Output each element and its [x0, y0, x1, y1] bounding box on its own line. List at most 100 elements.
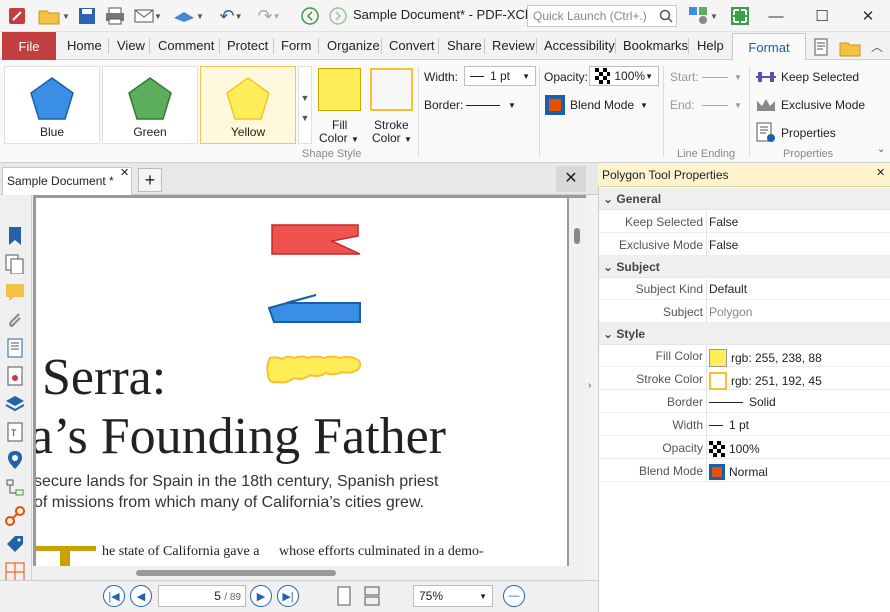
property-row[interactable]: Keep Selected False	[599, 210, 890, 233]
width-dropdown[interactable]: 1 pt ▼	[464, 66, 536, 86]
exclusive-mode-button[interactable]: Exclusive Mode	[755, 96, 865, 114]
ui-options-icon[interactable]: ▼	[684, 6, 722, 26]
section-subject[interactable]: ⌄ Subject	[599, 256, 890, 278]
fill-color-dropdown[interactable]: Color ▼	[319, 131, 359, 145]
yellow-polygon-annotation[interactable]	[266, 355, 362, 384]
tab-form[interactable]: Form	[281, 38, 311, 53]
collapse-ribbon-icon[interactable]: ︿	[868, 36, 886, 56]
close-tab-icon[interactable]: ✕	[120, 166, 129, 179]
tab-format[interactable]: Format	[732, 33, 806, 61]
layers-icon[interactable]	[5, 394, 25, 414]
red-polygon-annotation[interactable]	[271, 224, 361, 255]
next-page-button[interactable]: ▶	[250, 585, 272, 607]
attachments-icon[interactable]	[5, 310, 25, 330]
last-page-button[interactable]: ▶|	[277, 585, 299, 607]
back-nav-icon[interactable]	[300, 6, 320, 26]
start-dropdown[interactable]: ▼	[702, 70, 744, 84]
shape-style-green[interactable]: Green	[102, 66, 198, 144]
document-tab[interactable]: Sample Document *	[2, 167, 132, 195]
scan-icon[interactable]: ▼	[168, 6, 208, 26]
zoom-dropdown[interactable]: 75% ▼	[413, 585, 493, 607]
property-row[interactable]: Subject Polygon	[599, 300, 890, 323]
shape-style-yellow[interactable]: Yellow	[200, 66, 296, 144]
blue-polygon-annotation[interactable]	[267, 294, 361, 323]
prev-page-button[interactable]: ◀	[130, 585, 152, 607]
tab-help[interactable]: Help	[697, 38, 724, 53]
close-window-button[interactable]: ✕	[845, 0, 890, 32]
redo-icon[interactable]: ↷ ▼	[252, 6, 286, 26]
fill-label[interactable]: Fill	[332, 118, 347, 132]
stroke-color-swatch[interactable]	[370, 68, 413, 111]
tab-convert[interactable]: Convert	[389, 38, 435, 53]
new-tab-button[interactable]: +	[138, 168, 162, 192]
property-row[interactable]: Width 1 pt	[599, 413, 890, 436]
section-general[interactable]: ⌄ General	[599, 188, 890, 210]
shape-style-scroll[interactable]: ▼ ▼	[298, 66, 312, 144]
tab-bookmarks[interactable]: Bookmarks	[623, 38, 688, 53]
tags-icon[interactable]	[5, 534, 25, 554]
undo-icon[interactable]: ↶ ▼	[214, 6, 248, 26]
fit-page-icon[interactable]	[362, 586, 382, 606]
border-dropdown[interactable]: ▼	[466, 96, 516, 114]
property-row[interactable]: Subject Kind Default	[599, 277, 890, 300]
blend-mode-dropdown[interactable]: Blend Mode ▼	[544, 94, 656, 116]
pdf-page[interactable]: Serra: a’s Founding Father secure lands …	[36, 198, 567, 566]
print-icon[interactable]	[103, 6, 127, 26]
open-folder-icon[interactable]: ▼	[34, 6, 74, 26]
property-value[interactable]: Polygon	[709, 305, 752, 319]
opacity-value[interactable]: 100%	[709, 441, 760, 457]
width-value[interactable]: 1 pt	[709, 418, 749, 432]
tab-file[interactable]: File	[2, 32, 56, 60]
opacity-dropdown[interactable]: 100% ▼	[589, 66, 659, 86]
fill-color-swatch[interactable]	[318, 68, 361, 111]
horizontal-scroll-thumb[interactable]	[136, 570, 336, 576]
forward-nav-icon[interactable]	[328, 6, 348, 26]
tab-review[interactable]: Review	[492, 38, 535, 53]
quick-launch-input[interactable]: Quick Launch (Ctrl+.)	[527, 5, 677, 27]
folder-icon[interactable]	[838, 38, 862, 58]
pages-icon[interactable]	[5, 254, 25, 274]
property-value[interactable]: Default	[709, 282, 747, 296]
stroke-color-value[interactable]: rgb: 251, 192, 45	[709, 372, 822, 390]
property-row[interactable]: Blend Mode Normal	[599, 459, 890, 482]
property-row[interactable]: Fill Color rgb: 255, 238, 88	[599, 344, 890, 367]
fill-color-value[interactable]: rgb: 255, 238, 88	[709, 349, 822, 367]
split-view-icon[interactable]	[5, 562, 25, 582]
properties-button[interactable]: Properties	[755, 122, 836, 144]
zoom-out-button[interactable]: —	[503, 585, 525, 607]
tab-protect[interactable]: Protect	[227, 38, 268, 53]
panel-splitter-arrow-icon[interactable]: ›	[588, 380, 591, 391]
tab-share[interactable]: Share	[447, 38, 482, 53]
property-row[interactable]: Opacity 100%	[599, 436, 890, 459]
close-document-button[interactable]: ✕	[556, 166, 586, 192]
vertical-scrollbar[interactable]	[569, 198, 586, 566]
tab-home[interactable]: Home	[67, 38, 102, 53]
property-row[interactable]: Exclusive Mode False	[599, 233, 890, 256]
maximize-button[interactable]: ☐	[799, 0, 845, 32]
stroke-label[interactable]: Stroke	[374, 118, 409, 132]
tab-view[interactable]: View	[117, 38, 145, 53]
location-icon[interactable]	[5, 450, 25, 470]
border-value[interactable]: Solid	[709, 395, 776, 409]
fullscreen-icon[interactable]	[729, 6, 751, 26]
content-icon[interactable]: T	[5, 422, 25, 442]
structure-icon[interactable]	[5, 478, 25, 498]
tab-organize[interactable]: Organize	[327, 38, 380, 53]
stroke-color-dropdown[interactable]: Color ▼	[372, 131, 412, 145]
property-value[interactable]: False	[709, 215, 738, 229]
minimize-button[interactable]: —	[753, 0, 799, 32]
expand-ribbon-icon[interactable]: ⌄	[877, 144, 885, 155]
property-value[interactable]: False	[709, 238, 738, 252]
links-icon[interactable]	[5, 506, 25, 526]
bookmarks-icon[interactable]	[5, 226, 25, 246]
keep-selected-button[interactable]: Keep Selected	[755, 68, 859, 86]
end-dropdown[interactable]: ▼	[702, 98, 744, 112]
first-page-button[interactable]: |◀	[103, 585, 125, 607]
page-number-field[interactable]: 5 / 89	[158, 585, 246, 607]
doc-properties-icon[interactable]	[810, 38, 834, 58]
document-icon[interactable]	[5, 338, 25, 358]
property-row[interactable]: Border Solid	[599, 390, 890, 413]
tab-comment[interactable]: Comment	[158, 38, 214, 53]
comments-icon[interactable]	[5, 282, 25, 302]
email-icon[interactable]: ▼	[130, 6, 166, 26]
